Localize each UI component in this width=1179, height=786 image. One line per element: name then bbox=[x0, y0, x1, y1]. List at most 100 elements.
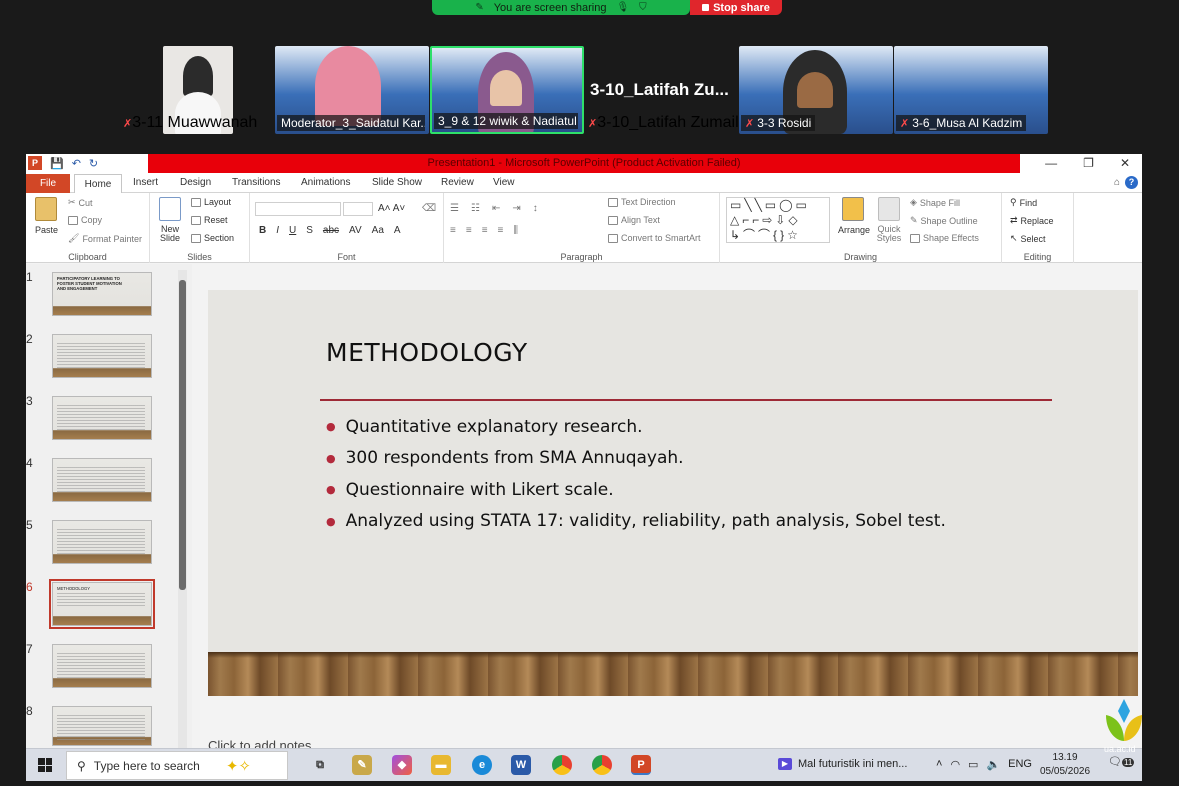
undo-icon[interactable]: ↶ bbox=[72, 157, 81, 170]
align-text-button[interactable]: Align Text bbox=[608, 215, 660, 225]
tab-view[interactable]: View bbox=[493, 177, 515, 188]
taskbar-clock[interactable]: 13.19 05/05/2026 bbox=[1040, 751, 1090, 779]
group-paragraph: ☰ ☷ ⇤ ⇥ ↕ ≡ ≡ ≡ ≡ ⫼ Text Direction Align Text Co… bbox=[444, 193, 720, 263]
participant-strip: ✗3-11 Muawwanah Moderator_3_Saidatul Kar… bbox=[0, 46, 1179, 136]
battery-icon[interactable]: ▭ bbox=[968, 758, 978, 771]
task-view-icon[interactable]: ⧉ bbox=[310, 755, 330, 775]
redo-icon[interactable]: ↻ bbox=[89, 157, 98, 170]
format-painter-button[interactable]: 🖌 Format Painter bbox=[68, 233, 142, 244]
title-divider bbox=[320, 399, 1052, 401]
quick-styles-icon[interactable] bbox=[878, 197, 900, 221]
notes-app-icon[interactable]: ✎ bbox=[352, 755, 372, 775]
slide-bullet-list[interactable]: ● Quantitative explanatory research. ● 300… bbox=[326, 411, 946, 537]
chrome-profile-icon[interactable] bbox=[592, 755, 612, 775]
chevron-up-icon[interactable]: ˄ bbox=[936, 758, 942, 771]
slide-thumbnail-active[interactable]: METHODOLOGY bbox=[49, 579, 155, 629]
bullet-icon: ● bbox=[326, 514, 336, 528]
slide-thumbnail[interactable] bbox=[52, 396, 152, 440]
scrollbar-thumb[interactable] bbox=[179, 280, 186, 590]
bullet-item: ● Analyzed using STATA 17: validity, reli… bbox=[326, 511, 946, 532]
slide-thumbnail[interactable] bbox=[52, 520, 152, 564]
word-icon[interactable]: W bbox=[511, 755, 531, 775]
thumbnails-scrollbar[interactable] bbox=[178, 270, 187, 754]
tab-review[interactable]: Review bbox=[441, 177, 474, 188]
close-icon[interactable]: ✕ bbox=[1120, 156, 1130, 170]
quick-styles-button[interactable]: Quick Styles bbox=[874, 225, 904, 243]
replace-button[interactable]: ⇄ Replace bbox=[1010, 215, 1054, 226]
list-buttons[interactable]: ☰ ☷ ⇤ ⇥ ↕ bbox=[450, 203, 538, 214]
help-icon[interactable]: ? bbox=[1125, 176, 1138, 189]
arrange-icon[interactable] bbox=[842, 197, 864, 221]
tab-transitions[interactable]: Transitions bbox=[232, 177, 281, 188]
reset-button[interactable]: Reset bbox=[191, 215, 228, 225]
edge-icon[interactable]: e bbox=[472, 755, 492, 775]
tab-file[interactable]: File bbox=[26, 174, 70, 193]
participant-tile-active-speaker[interactable]: 3_9 & 12 wiwik & Nadiatul bbox=[430, 46, 584, 134]
taskbar-search-box[interactable]: ⚲ Type here to search ✦✧ bbox=[66, 751, 288, 780]
shape-fill-button[interactable]: ◈ Shape Fill bbox=[910, 197, 960, 208]
find-button[interactable]: ⚲ Find bbox=[1010, 197, 1037, 208]
powerpoint-logo-icon[interactable]: P bbox=[28, 156, 42, 170]
tab-design[interactable]: Design bbox=[180, 177, 211, 188]
shapes-gallery[interactable]: ▭╲╲▭◯▭ △⌐⌐⇨⇩◇ ↳⌒⌒{}☆ bbox=[726, 197, 830, 243]
convert-smartart-button[interactable]: Convert to SmartArt bbox=[608, 233, 701, 243]
group-font: A˄ A˅ ⌫ B I U Sabc AV Aa A Font bbox=[250, 193, 444, 263]
cut-button[interactable]: ✂ Cut bbox=[68, 197, 93, 208]
new-slide-icon[interactable] bbox=[159, 197, 181, 221]
clear-format-icon[interactable]: ⌫ bbox=[422, 203, 436, 214]
tab-slide-show[interactable]: Slide Show bbox=[372, 177, 422, 188]
tab-home[interactable]: Home bbox=[74, 174, 122, 194]
section-button[interactable]: Section bbox=[191, 233, 234, 243]
language-indicator[interactable]: ENG bbox=[1008, 758, 1032, 771]
shape-outline-button[interactable]: ✎ Shape Outline bbox=[910, 215, 978, 226]
text-direction-button[interactable]: Text Direction bbox=[608, 197, 676, 207]
cursor-icon: ↖ bbox=[1010, 233, 1018, 243]
grow-font-icon[interactable]: A˄ A˅ bbox=[378, 203, 405, 214]
paste-icon[interactable] bbox=[35, 197, 57, 221]
stop-share-button[interactable]: Stop share bbox=[690, 0, 782, 15]
group-label: Editing bbox=[1023, 252, 1052, 262]
slide-thumbnail[interactable] bbox=[52, 334, 152, 378]
shape-effects-button[interactable]: Shape Effects bbox=[910, 233, 979, 243]
minimize-icon[interactable]: — bbox=[1045, 156, 1057, 170]
search-icon: ⚲ bbox=[77, 758, 86, 773]
mic-icon[interactable]: 🎙 bbox=[616, 2, 629, 13]
copy-button[interactable]: Copy bbox=[68, 215, 102, 225]
new-slide-button[interactable]: New Slide bbox=[157, 225, 183, 243]
smartart-icon bbox=[608, 233, 618, 243]
tab-insert[interactable]: Insert bbox=[133, 177, 158, 188]
slide-thumbnail[interactable] bbox=[52, 706, 152, 746]
participant-tile[interactable]: ✗ 3-6_Musa Al Kadzim bbox=[894, 46, 1048, 134]
font-size-combo[interactable] bbox=[343, 202, 373, 216]
media-widget[interactable]: ▶ Mal futuristik ini men... bbox=[778, 758, 907, 770]
slide-canvas[interactable]: METHODOLOGY ● Quantitative explanatory re… bbox=[208, 290, 1138, 696]
slide-title[interactable]: METHODOLOGY bbox=[326, 338, 528, 367]
font-name-combo[interactable] bbox=[255, 202, 341, 216]
minimize-ribbon-icon[interactable]: ⌂ bbox=[1114, 177, 1120, 188]
slide-thumbnail[interactable] bbox=[52, 644, 152, 688]
powerpoint-taskbar-icon[interactable]: P bbox=[631, 755, 651, 775]
volume-icon[interactable]: 🔈 bbox=[986, 758, 1000, 771]
arrange-button[interactable]: Arrange bbox=[838, 225, 870, 235]
align-buttons[interactable]: ≡ ≡ ≡ ≡ ⫼ bbox=[450, 225, 518, 236]
layout-button[interactable]: Layout bbox=[191, 197, 231, 207]
paste-button[interactable]: Paste bbox=[35, 225, 58, 235]
save-icon[interactable]: 💾 bbox=[50, 157, 64, 170]
network-icon[interactable]: ◠ bbox=[950, 758, 960, 771]
windows-start-icon[interactable] bbox=[38, 758, 52, 772]
copilot-icon[interactable]: ◆ bbox=[392, 755, 412, 775]
chrome-icon[interactable] bbox=[552, 755, 572, 775]
participant-tile[interactable]: ✗ 3-3 Rosidi bbox=[739, 46, 893, 134]
slide-thumbnail[interactable]: PARTICIPATORY LEARNING TO FOSTER STUDENT… bbox=[52, 272, 152, 316]
participant-tile[interactable]: Moderator_3_Saidatul Kar... bbox=[275, 46, 429, 134]
restore-icon[interactable]: ❐ bbox=[1083, 156, 1094, 170]
select-button[interactable]: ↖ Select bbox=[1010, 233, 1046, 244]
shield-icon[interactable]: ⛉ bbox=[639, 2, 647, 13]
mic-muted-icon: ✗ bbox=[123, 118, 133, 130]
participant-face bbox=[490, 70, 522, 106]
slide-thumbnail[interactable] bbox=[52, 458, 152, 502]
tab-animations[interactable]: Animations bbox=[301, 177, 350, 188]
align-left-icon: ≡ bbox=[450, 225, 456, 236]
file-explorer-icon[interactable]: ▬ bbox=[431, 755, 451, 775]
font-format-buttons[interactable]: B I U Sabc AV Aa A bbox=[259, 225, 401, 236]
